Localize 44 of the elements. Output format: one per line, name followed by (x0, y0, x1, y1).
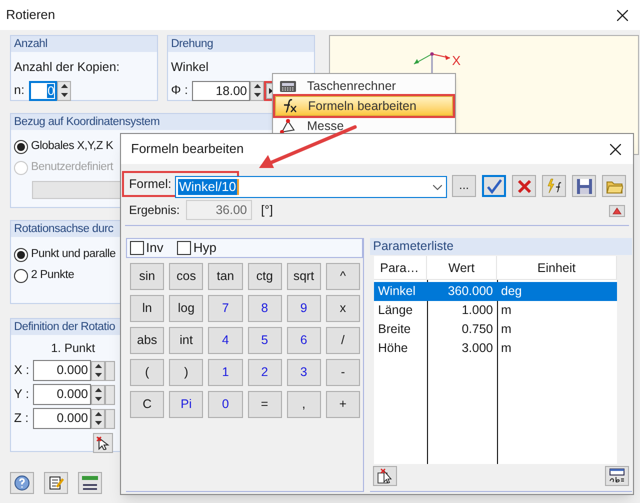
checkbox-label: Hyp (193, 239, 216, 258)
dialog-title: Formeln bearbeiten (131, 140, 244, 158)
field-label: Y : (14, 386, 30, 404)
checkbox-label: Inv (146, 239, 164, 258)
table-cell-text: Länge (377, 302, 414, 319)
field-label: Anzahl der Kopien: (13, 59, 121, 76)
radio-label: Globales X,Y,Z K (31, 138, 114, 154)
group-title: Anzahl (14, 37, 48, 52)
table-cell-text: 360.000 (446, 283, 494, 300)
table-cell-text: Höhe (377, 340, 409, 357)
table-cell-text: Winkel (377, 283, 417, 300)
window-title: Rotieren (6, 6, 56, 24)
menu-item-label: Formeln bearbeiten (308, 98, 416, 115)
field-label: Φ : (171, 82, 189, 100)
field-value: 0 (47, 84, 54, 98)
unit-label: [°] (261, 202, 273, 219)
table-cell-text: 3.000 (460, 340, 494, 357)
group-title: Rotationsachse durc (14, 222, 114, 237)
field-value: Winkel/10 (178, 179, 240, 195)
table-cell-text: m (500, 321, 512, 338)
group-title: Parameterliste (370, 238, 632, 255)
radio-label: Benutzerdefiniert (31, 160, 114, 175)
field-label: Winkel (170, 59, 210, 76)
table-cell-text: 0.750 (460, 321, 494, 338)
result-field: 36.00 (186, 200, 252, 220)
group-title: Bezug auf Koordinatensystem (14, 115, 160, 130)
field-label: Z : (14, 410, 30, 428)
axis-label: X (452, 54, 461, 67)
field-label: Ergebnis: (129, 202, 181, 219)
table-cell-text: Breite (377, 321, 412, 338)
menu-item-label: Taschenrechner (307, 78, 396, 95)
column-heading: 1. Punkt (51, 340, 96, 357)
field-label: n: (14, 82, 24, 100)
table-cell-text: deg (500, 283, 523, 300)
table-cell-text: 1.000 (460, 302, 494, 319)
group-title: Definition der Rotatio (14, 320, 116, 335)
group-title: Drehung (171, 37, 214, 52)
radio-label: Punkt und paralle (31, 246, 116, 262)
field-label: X : (14, 362, 30, 380)
menu-item-label: Messe (307, 118, 344, 135)
radio-label: 2 Punkte (31, 268, 74, 283)
field-label: Formel: (128, 176, 172, 193)
table-cell-text: m (500, 302, 512, 319)
table-cell-text: m (500, 340, 512, 357)
